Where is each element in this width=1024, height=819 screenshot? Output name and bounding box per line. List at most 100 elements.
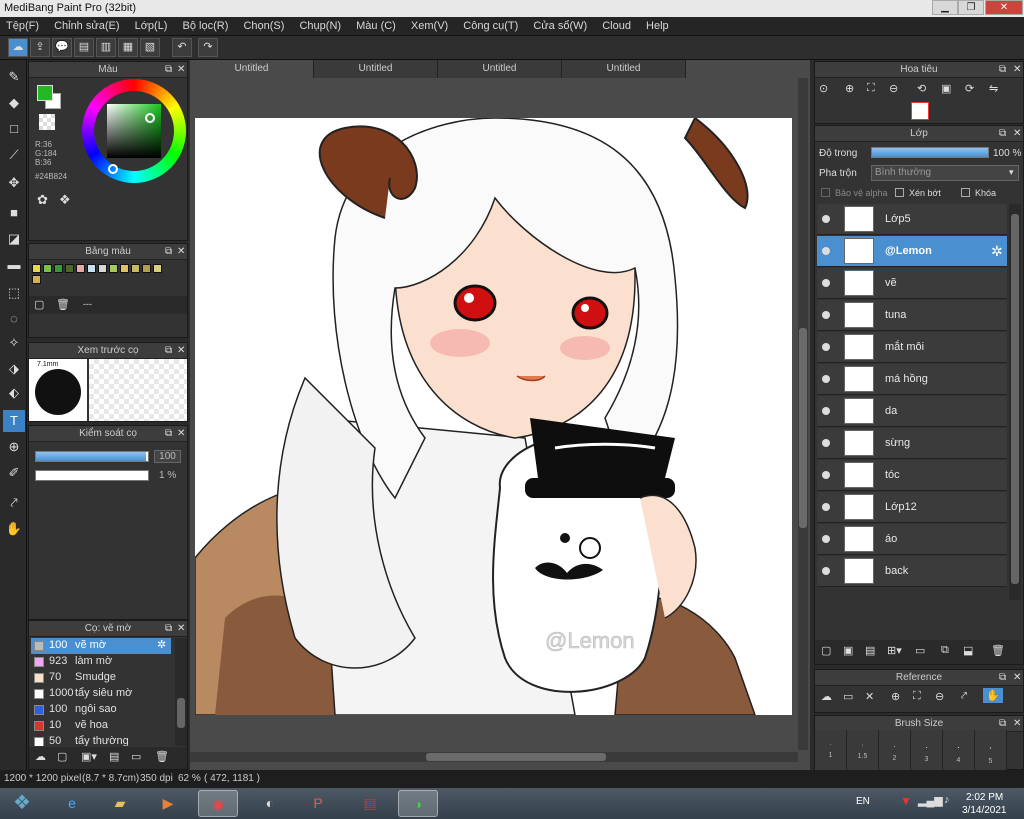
merge-layer-icon[interactable]: ⬓ <box>963 644 973 657</box>
close-panel-icon[interactable]: ✕ <box>1013 62 1021 78</box>
magic-wand-icon[interactable]: ✧ <box>3 332 25 354</box>
reference-eyedropper-icon[interactable]: ⤤ <box>961 690 967 703</box>
menu-edit[interactable]: Chỉnh sửa(E) <box>48 17 125 35</box>
float-icon[interactable]: ⧉ <box>999 670 1006 686</box>
move-tool-icon[interactable]: ✥ <box>3 172 25 194</box>
palette-swatch[interactable] <box>87 264 96 273</box>
menu-view[interactable]: Xem(V) <box>405 17 454 35</box>
menu-cloud[interactable]: Cloud <box>596 17 637 35</box>
reference-hand-icon[interactable]: ✋ <box>983 688 1003 703</box>
drawing-canvas[interactable]: @Lemon <box>195 118 792 715</box>
close-panel-icon[interactable]: ✕ <box>177 62 185 78</box>
brush-item[interactable]: 70 Smudge <box>31 670 171 686</box>
palette-swatch[interactable] <box>32 275 41 284</box>
layer-row[interactable]: Lớp5 <box>817 204 1007 235</box>
layer-opacity-slider[interactable] <box>871 147 989 158</box>
close-panel-icon[interactable]: ✕ <box>177 621 185 637</box>
brush-size-value[interactable]: 100 <box>154 450 181 463</box>
hue-picker-handle[interactable] <box>108 164 118 174</box>
minimize-button[interactable]: ▁ <box>932 0 958 15</box>
brush-item[interactable]: 50 tẩy thường <box>31 734 171 746</box>
palette-swatch[interactable] <box>142 264 151 273</box>
volume-tray-icon[interactable]: ♪ <box>944 794 950 806</box>
brush-list-scrollbar[interactable] <box>175 638 187 746</box>
layer-row[interactable]: Lớp12 <box>817 492 1007 523</box>
brush-item[interactable]: 1000 tẩy siêu mờ <box>31 686 171 702</box>
winrar-icon[interactable]: ▤ <box>350 790 390 817</box>
protect-alpha-checkbox[interactable] <box>821 188 830 197</box>
palette-swap-icon[interactable]: ❖ <box>59 192 71 208</box>
zoom-in-icon[interactable]: ⊕ <box>845 82 854 95</box>
operation-tool-icon[interactable]: ⊕ <box>3 436 25 458</box>
menu-filter[interactable]: Bộ lọc(R) <box>177 17 235 35</box>
reference-zoom-out-icon[interactable]: ⊖ <box>935 690 944 703</box>
cloud-reference-icon[interactable]: ☁ <box>821 690 832 703</box>
foreground-color-swatch[interactable] <box>37 85 53 101</box>
select-eraser-icon[interactable]: ⬖ <box>3 382 25 404</box>
select-pen-icon[interactable]: ⟋ <box>3 144 25 166</box>
lasso-select-icon[interactable]: ◌ <box>3 308 25 330</box>
lock-checkbox[interactable] <box>961 188 970 197</box>
clipping-checkbox[interactable] <box>895 188 904 197</box>
layer-folder-icon[interactable]: ▭ <box>915 644 925 657</box>
delete-layer-icon[interactable]: 🗑 <box>991 644 1005 657</box>
close-panel-icon[interactable]: ✕ <box>1013 126 1021 142</box>
brush-scroll-thumb[interactable] <box>177 698 185 728</box>
float-icon[interactable]: ⧉ <box>165 62 172 78</box>
new-palette-icon[interactable]: ▢ <box>34 298 44 311</box>
layer-row[interactable]: da <box>817 396 1007 427</box>
brush-item[interactable]: 923 làm mờ <box>31 654 171 670</box>
palette-swatch[interactable] <box>76 264 85 273</box>
undo-icon[interactable]: ↶ <box>172 38 192 57</box>
ie-icon[interactable]: e <box>52 790 92 817</box>
rotate-left-icon[interactable]: ⟲ <box>917 82 926 95</box>
duplicate-layer-icon[interactable]: ⧉ <box>941 644 949 657</box>
palette-swatch[interactable] <box>98 264 107 273</box>
float-icon[interactable]: ⧉ <box>165 621 172 637</box>
zoom-out-icon[interactable]: ⊖ <box>889 82 898 95</box>
close-reference-icon[interactable]: ✕ <box>865 690 874 703</box>
layer-scroll-thumb[interactable] <box>1011 214 1019 584</box>
brush-folder-icon[interactable]: ▭ <box>131 750 141 763</box>
visibility-icon[interactable] <box>822 375 830 383</box>
menu-file[interactable]: Tệp(F) <box>0 17 45 35</box>
brush-size-preset[interactable]: · 3 <box>911 730 943 770</box>
layer-row[interactable]: sừng <box>817 428 1007 459</box>
signal-tray-icon[interactable]: ▂▄▆ <box>918 794 943 807</box>
hand-tool-icon[interactable]: ✋ <box>3 518 25 540</box>
layer-row[interactable]: @Lemon ✲ <box>817 236 1007 267</box>
delete-palette-icon[interactable]: 🗑 <box>56 298 70 311</box>
doc-tab-4[interactable]: Untitled <box>562 60 686 78</box>
doc-tab-2[interactable]: Untitled <box>314 60 438 78</box>
layer-row[interactable]: má hồng <box>817 364 1007 395</box>
fit-window-icon[interactable]: ▣ <box>941 82 951 95</box>
panel-icon[interactable]: ▦ <box>118 38 138 57</box>
media-player-icon[interactable]: ▶ <box>148 790 188 817</box>
dot-tool-icon[interactable]: □ <box>3 118 25 140</box>
canvas-hscroll[interactable] <box>190 752 798 762</box>
palette-swatch[interactable] <box>32 264 41 273</box>
brush-item[interactable]: 100 vẽ mờ ✲ <box>31 638 171 654</box>
rect-select-icon[interactable]: ⬚ <box>3 282 25 304</box>
menu-capture[interactable]: Chụp(N) <box>293 17 347 35</box>
text-tool-icon[interactable]: T <box>3 410 25 432</box>
pen-tool-icon[interactable]: ✐ <box>3 462 25 484</box>
palette-swatch[interactable] <box>54 264 63 273</box>
visibility-icon[interactable] <box>822 279 830 287</box>
blend-mode-select[interactable]: Bình thường ▾ <box>871 165 1019 181</box>
new-halftone-layer-icon[interactable]: ▣ <box>843 644 853 657</box>
brush-size-preset[interactable]: · 1.5 <box>847 730 879 770</box>
maximize-button[interactable]: ❐ <box>958 0 984 15</box>
brush-size-slider[interactable] <box>35 451 149 462</box>
palette-add-icon[interactable]: ✿ <box>37 192 48 208</box>
new-layer-icon[interactable]: ▢ <box>821 644 831 657</box>
zoom-actual-icon[interactable]: ⛶ <box>867 82 875 95</box>
visibility-icon[interactable] <box>822 535 830 543</box>
menu-window[interactable]: Cửa sổ(W) <box>527 17 593 35</box>
open-reference-icon[interactable]: ▭ <box>843 690 853 703</box>
brush-item[interactable]: 10 vẽ hoa <box>31 718 171 734</box>
menu-color[interactable]: Màu (C) <box>350 17 402 35</box>
gradient-tool-icon[interactable]: ▬ <box>3 254 25 276</box>
float-icon[interactable]: ⧉ <box>165 244 172 260</box>
visibility-icon[interactable] <box>822 567 830 575</box>
